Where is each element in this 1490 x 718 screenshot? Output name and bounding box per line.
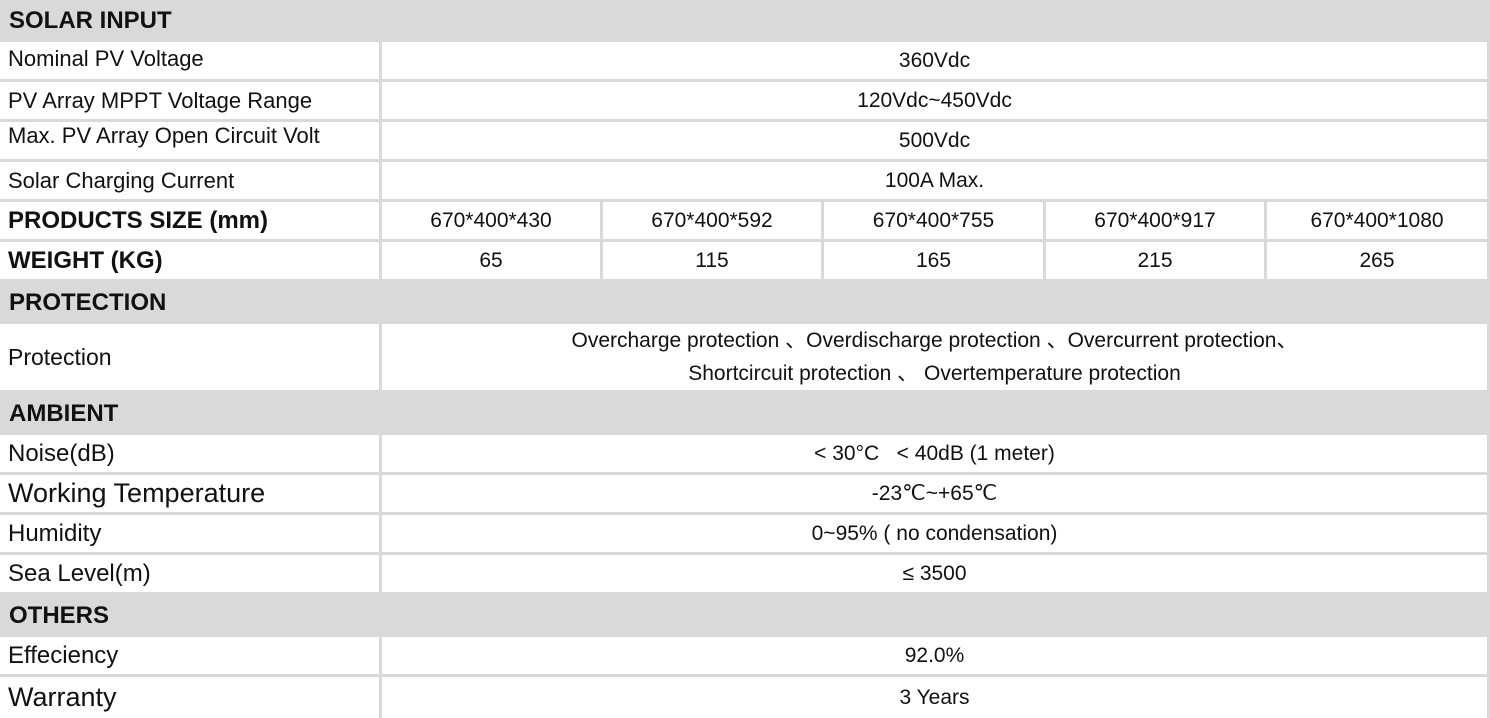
weight-value: 65 [382, 242, 603, 282]
size-row: PRODUCTS SIZE (mm) 670*400*430 670*400*5… [0, 202, 1490, 242]
weight-label: WEIGHT (KG) [0, 242, 382, 282]
table-row: PV Array MPPT Voltage Range 120Vdc~450Vd… [0, 82, 1490, 122]
row-value: 0~95% ( no condensation) [382, 515, 1490, 555]
protection-line-2: Shortcircuit protection 、 Overtemperatur… [688, 362, 1181, 385]
table-row: Noise(dB) < 30°C < 40dB (1 meter) [0, 435, 1490, 475]
row-value: 500Vdc [382, 122, 1490, 162]
row-label: Warranty [0, 677, 382, 718]
row-label: Solar Charging Current [0, 162, 382, 202]
row-label: Humidity [0, 515, 382, 555]
row-value: 100A Max. [382, 162, 1490, 202]
row-value: 360Vdc [382, 42, 1490, 82]
table-row: Protection Overcharge protection 、Overdi… [0, 324, 1490, 393]
row-label: Noise(dB) [0, 435, 382, 475]
weight-value: 265 [1267, 242, 1490, 282]
row-value: ≤ 3500 [382, 555, 1490, 595]
row-value: 120Vdc~450Vdc [382, 82, 1490, 122]
row-value: 3 Years [382, 677, 1490, 718]
size-value: 670*400*592 [603, 202, 824, 242]
weight-value: 165 [824, 242, 1046, 282]
table-row: Working Temperature -23℃~+65℃ [0, 475, 1490, 515]
row-label: PV Array MPPT Voltage Range [0, 82, 382, 122]
table-row: Humidity 0~95% ( no condensation) [0, 515, 1490, 555]
row-label: Max. PV Array Open Circuit Volt [8, 123, 320, 148]
weight-value: 115 [603, 242, 824, 282]
table-row: Solar Charging Current 100A Max. [0, 162, 1490, 202]
row-value: -23℃~+65℃ [382, 475, 1490, 515]
section-title: OTHERS [0, 595, 1490, 637]
row-label: Effeciency [0, 637, 382, 677]
size-value: 670*400*1080 [1267, 202, 1490, 242]
row-value: Overcharge protection 、Overdischarge pro… [382, 324, 1490, 393]
size-value: 670*400*755 [824, 202, 1046, 242]
table-row: Effeciency 92.0% [0, 637, 1490, 677]
row-label: Protection [0, 324, 382, 393]
protection-line-1: Overcharge protection 、Overdischarge pro… [571, 329, 1298, 352]
table-row: Warranty 3 Years [0, 677, 1490, 718]
section-title: SOLAR INPUT [0, 0, 1490, 42]
table-row: Max. PV Array Open Circuit Volt 500Vdc [0, 122, 1490, 162]
section-title: PROTECTION [0, 282, 1490, 324]
weight-value: 215 [1046, 242, 1267, 282]
section-title: AMBIENT [0, 393, 1490, 435]
table-row: Nominal PV Voltage 360Vdc [0, 42, 1490, 82]
row-label: Sea Level(m) [0, 555, 382, 595]
section-solar-input: SOLAR INPUT [0, 0, 1490, 42]
row-label: Working Temperature [0, 475, 382, 515]
weight-row: WEIGHT (KG) 65 115 165 215 265 [0, 242, 1490, 282]
row-label: Nominal PV Voltage [0, 42, 382, 82]
size-label: PRODUCTS SIZE (mm) [0, 202, 382, 242]
size-value: 670*400*430 [382, 202, 603, 242]
size-value: 670*400*917 [1046, 202, 1267, 242]
section-protection: PROTECTION [0, 282, 1490, 324]
table-row: Sea Level(m) ≤ 3500 [0, 555, 1490, 595]
section-others: OTHERS [0, 595, 1490, 637]
spec-sheet: SOLAR INPUT Nominal PV Voltage 360Vdc PV… [0, 0, 1490, 718]
section-ambient: AMBIENT [0, 393, 1490, 435]
row-value: < 30°C < 40dB (1 meter) [382, 435, 1490, 475]
spec-table: SOLAR INPUT Nominal PV Voltage 360Vdc PV… [0, 0, 1490, 718]
row-value: 92.0% [382, 637, 1490, 677]
